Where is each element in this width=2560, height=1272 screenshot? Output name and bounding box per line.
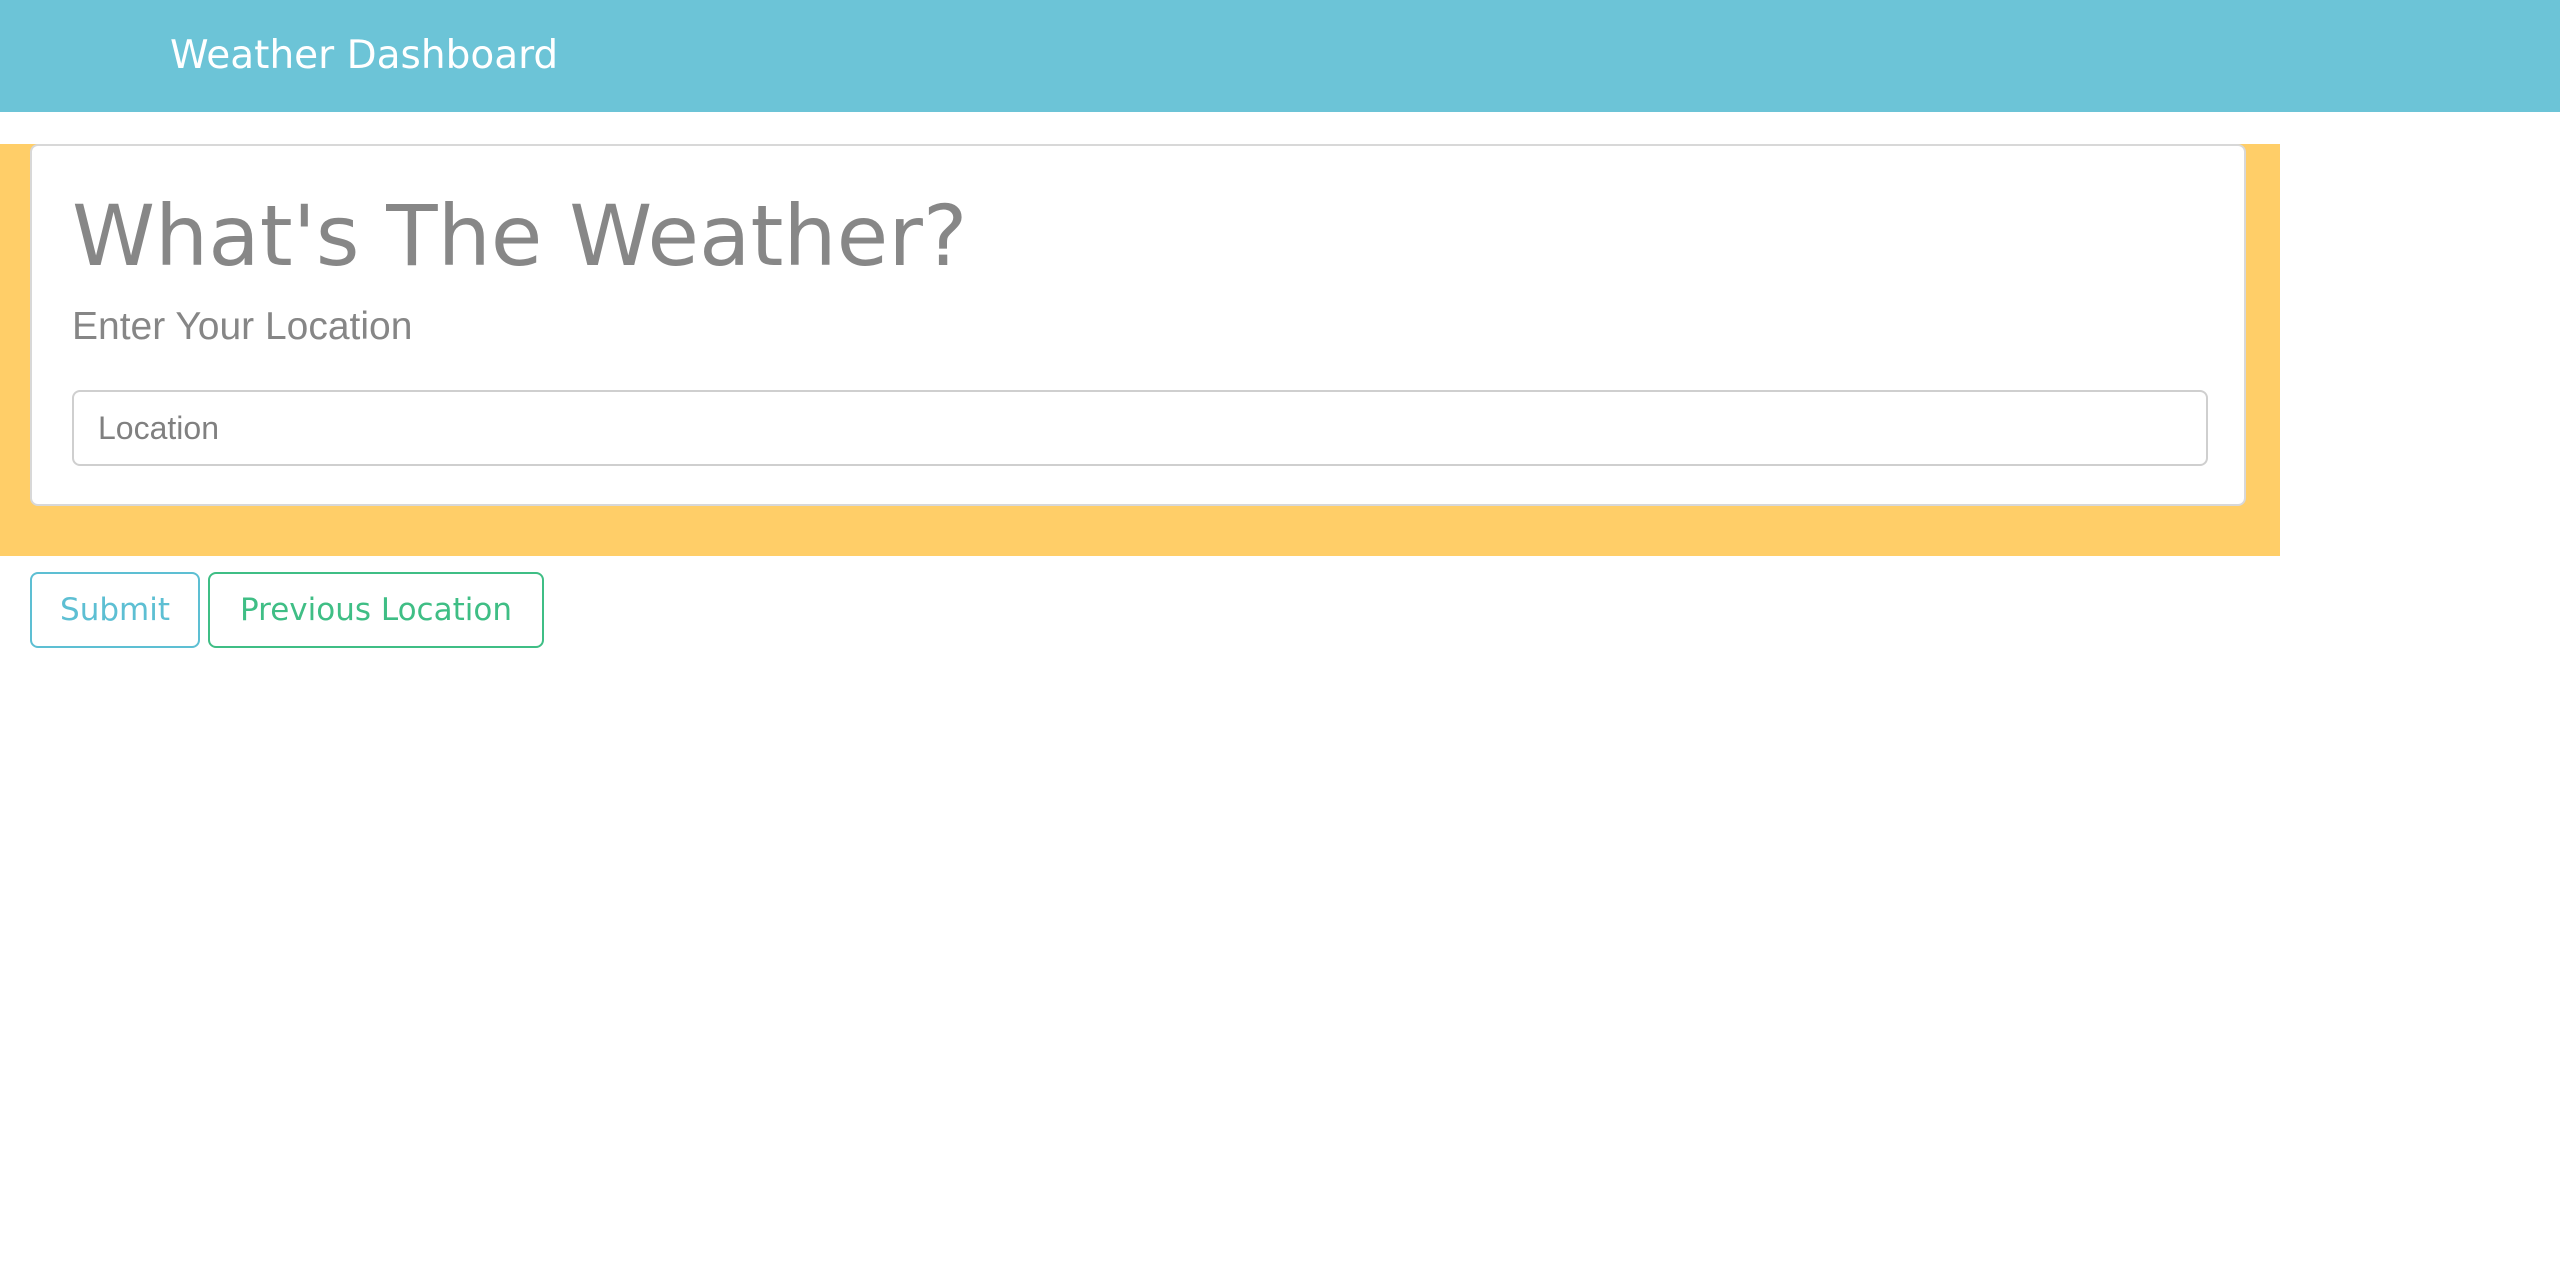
submit-button[interactable]: Submit	[30, 572, 200, 648]
page-title: What's The Weather?	[72, 187, 968, 285]
navbar-brand[interactable]: Weather Dashboard	[170, 28, 558, 84]
location-card: What's The Weather? Enter Your Location	[30, 144, 2246, 506]
previous-location-button[interactable]: Previous Location	[208, 572, 544, 648]
location-prompt: Enter Your Location	[72, 305, 413, 348]
navbar: Weather Dashboard	[0, 0, 2560, 112]
location-input[interactable]	[72, 390, 2208, 466]
